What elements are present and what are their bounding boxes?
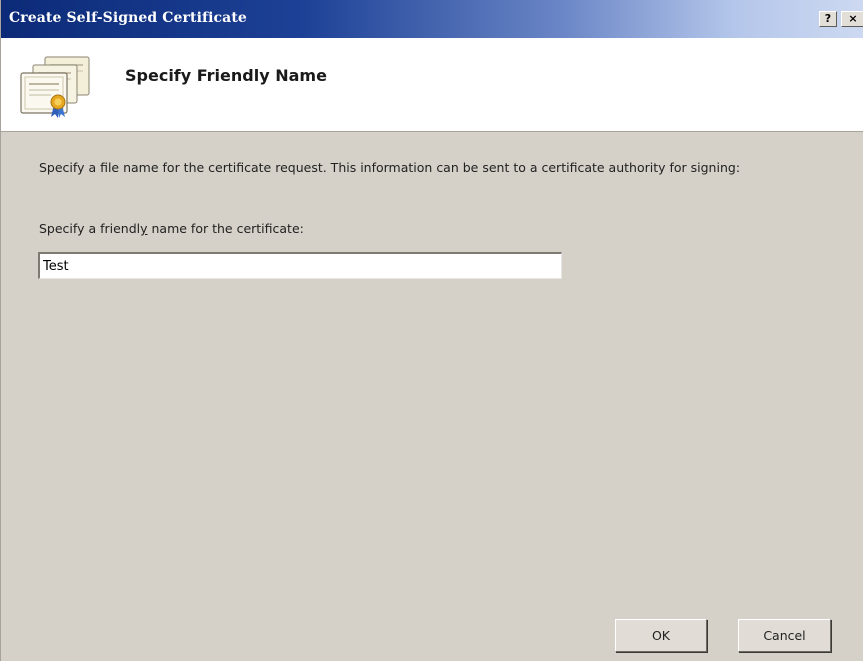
cancel-button[interactable]: Cancel [738, 619, 831, 652]
page-title: Specify Friendly Name [125, 66, 327, 85]
friendly-name-label-part: Specify a friendl [39, 221, 141, 236]
ok-button[interactable]: OK [615, 619, 707, 652]
friendly-name-label: Specify a friendly name for the certific… [39, 221, 304, 236]
help-button[interactable]: ? [819, 11, 837, 27]
friendly-name-label-part: name for the certificate: [147, 221, 304, 236]
window-title: Create Self-Signed Certificate [9, 10, 247, 26]
friendly-name-input[interactable] [38, 252, 562, 279]
friendly-name-label-accelerator: y [140, 221, 148, 236]
description-text: Specify a file name for the certificate … [39, 160, 741, 175]
certificate-icon [20, 56, 90, 118]
dialog-window: Create Self-Signed Certificate ? × Speci… [0, 0, 863, 661]
title-bar[interactable]: Create Self-Signed Certificate ? × [1, 0, 863, 38]
close-button[interactable]: × [841, 11, 863, 27]
wizard-header: Specify Friendly Name [1, 38, 863, 132]
